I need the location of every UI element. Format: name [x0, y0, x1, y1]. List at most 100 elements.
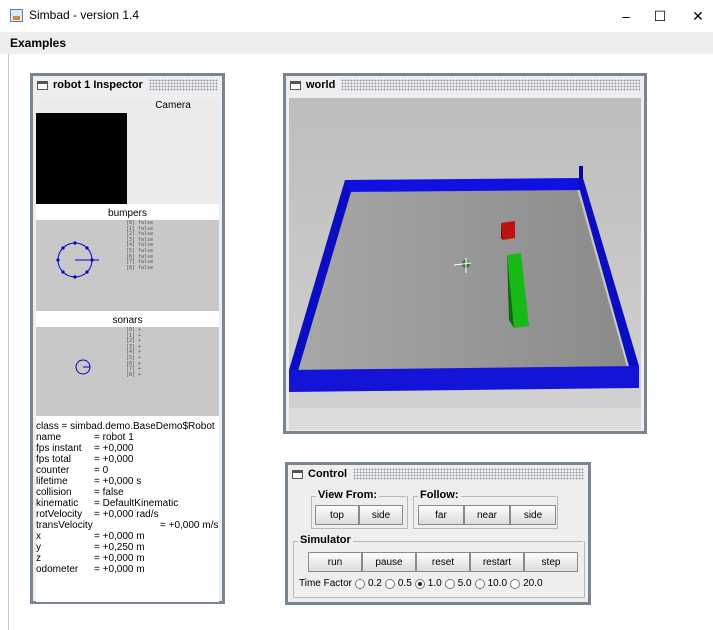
property-value: = +0,000 rad/s	[94, 509, 159, 520]
property-value: = +0,000 m	[94, 531, 145, 542]
window-title: Simbad - version 1.4	[29, 8, 140, 22]
front-wall	[289, 366, 639, 392]
inspector-body: Camera bumpers [0] false [1] false [2] f…	[36, 99, 219, 602]
time-factor-option: 20.0	[523, 578, 543, 589]
property-row: name = robot 1	[36, 432, 219, 443]
property-key: z	[36, 553, 41, 564]
property-value: = +0,000	[94, 454, 134, 465]
follow-near-button[interactable]: near	[464, 505, 510, 525]
follow-label: Follow:	[418, 489, 461, 501]
reset-button[interactable]: reset	[416, 552, 470, 572]
camera-label: Camera	[155, 100, 191, 111]
property-value: = +0,000 m	[94, 564, 145, 575]
menu-bar	[0, 32, 713, 54]
property-key: rotVelocity	[36, 509, 83, 520]
camera-panel: Camera	[36, 99, 219, 204]
world-3d-view[interactable]	[289, 98, 641, 430]
time-factor-label: Time Factor	[299, 578, 352, 589]
inspector-frame: robot 1 Inspector Camera bumpers [0] fal…	[30, 73, 225, 604]
bumper-value: [8] false	[126, 264, 154, 271]
bumper-values: [0] false [1] false [2] false [3] false …	[126, 220, 154, 271]
property-value: = 0	[94, 465, 109, 476]
run-button[interactable]: run	[308, 552, 362, 572]
view-from-label: View From:	[316, 489, 380, 501]
property-row: odometer = +0,000 m	[36, 564, 219, 575]
control-title-bar[interactable]: Control	[288, 465, 588, 483]
property-key: counter	[36, 465, 70, 476]
follow-far-button[interactable]: far	[418, 505, 464, 525]
property-row: collision = false	[36, 487, 219, 498]
property-value: = +0,000	[94, 443, 134, 454]
red-box	[501, 221, 515, 240]
frame-icon	[290, 80, 301, 90]
maximize-button[interactable]: ☐	[645, 6, 675, 26]
app-icon	[10, 9, 23, 22]
property-key: y	[36, 542, 41, 553]
property-key: transVelocity	[36, 520, 93, 531]
time-factor-radio-5.0[interactable]	[444, 578, 455, 589]
time-factor-radio-10.0[interactable]	[474, 578, 485, 589]
property-value: = false	[94, 487, 124, 498]
pause-button[interactable]: pause	[362, 552, 416, 572]
back-wall-post	[579, 166, 583, 180]
lower-background	[289, 408, 641, 430]
property-value: = +0,250 m	[94, 542, 145, 553]
time-factor-radio-0.5[interactable]	[384, 578, 395, 589]
step-button[interactable]: step	[524, 552, 578, 572]
view-top-button[interactable]: top	[315, 505, 359, 525]
content-border	[8, 54, 9, 630]
sonar-value: [8] +	[126, 371, 142, 378]
property-key: odometer	[36, 564, 79, 575]
simulator-label: Simulator	[298, 534, 353, 546]
property-row: fps instant = +0,000	[36, 443, 219, 454]
property-row: x = +0,000 m	[36, 531, 219, 542]
property-value: = +0,000 m	[94, 553, 145, 564]
time-factor-option: 5.0	[457, 578, 472, 589]
property-row: transVelocity = +0,000 m/s	[36, 520, 219, 531]
property-row: counter = 0	[36, 465, 219, 476]
follow-side-button[interactable]: side	[510, 505, 556, 525]
world-title-bar[interactable]: world	[286, 76, 644, 94]
class-line: class = simbad.demo.BaseDemo$Robot	[36, 421, 215, 432]
property-row: y = +0,250 m	[36, 542, 219, 553]
frame-icon	[37, 80, 48, 90]
sonar-diagram	[75, 359, 91, 375]
title-bar-texture	[148, 79, 218, 91]
time-factor-radio-0.2[interactable]	[354, 578, 365, 589]
time-factor-radio-1.0[interactable]	[414, 578, 425, 589]
robot-properties: class = simbad.demo.BaseDemo$Robot name =…	[36, 421, 219, 602]
property-row: z = +0,000 m	[36, 553, 219, 564]
title-bar-texture	[353, 468, 584, 480]
time-factor-option: 1.0	[427, 578, 442, 589]
menu-examples[interactable]: Examples	[10, 36, 66, 50]
time-factor-row: Time Factor 0.2 0.5 1.0 5.0 10.0 20.0	[299, 578, 543, 589]
property-key: kinematic	[36, 498, 79, 509]
property-key: name	[36, 432, 62, 443]
control-frame: Control View From: top side Follow: far …	[285, 462, 591, 605]
property-value: = robot 1	[94, 432, 134, 443]
sonars-panel: sonars [0] + [1] + [2] + [3] + [4] + [5]…	[36, 315, 219, 416]
view-side-button[interactable]: side	[359, 505, 403, 525]
time-factor-option: 0.5	[397, 578, 412, 589]
property-key: lifetime	[36, 476, 68, 487]
sonar-values: [0] + [1] + [2] + [3] + [4] + [5] + [6] …	[126, 327, 142, 378]
close-button[interactable]: ✕	[683, 6, 713, 26]
time-factor-option: 10.0	[487, 578, 508, 589]
time-factor-radio-20.0[interactable]	[510, 578, 521, 589]
restart-button[interactable]: restart	[470, 552, 524, 572]
inspector-title-bar[interactable]: robot 1 Inspector	[33, 76, 222, 94]
frame-icon	[292, 469, 303, 479]
minimize-button[interactable]: –	[611, 6, 641, 26]
property-row: lifetime = +0,000 s	[36, 476, 219, 487]
bumper-diagram	[56, 241, 99, 279]
property-value: = +0,000 m/s	[160, 520, 219, 531]
camera-view	[36, 113, 127, 204]
property-row: kinematic = DefaultKinematic	[36, 498, 219, 509]
bumpers-label: bumpers	[36, 208, 219, 220]
property-key: fps total	[36, 454, 72, 465]
property-key: fps instant	[36, 443, 82, 454]
control-title: Control	[308, 468, 348, 480]
property-value: = +0,000 s	[94, 476, 142, 487]
property-key: x	[36, 531, 41, 542]
world-title: world	[306, 79, 336, 91]
